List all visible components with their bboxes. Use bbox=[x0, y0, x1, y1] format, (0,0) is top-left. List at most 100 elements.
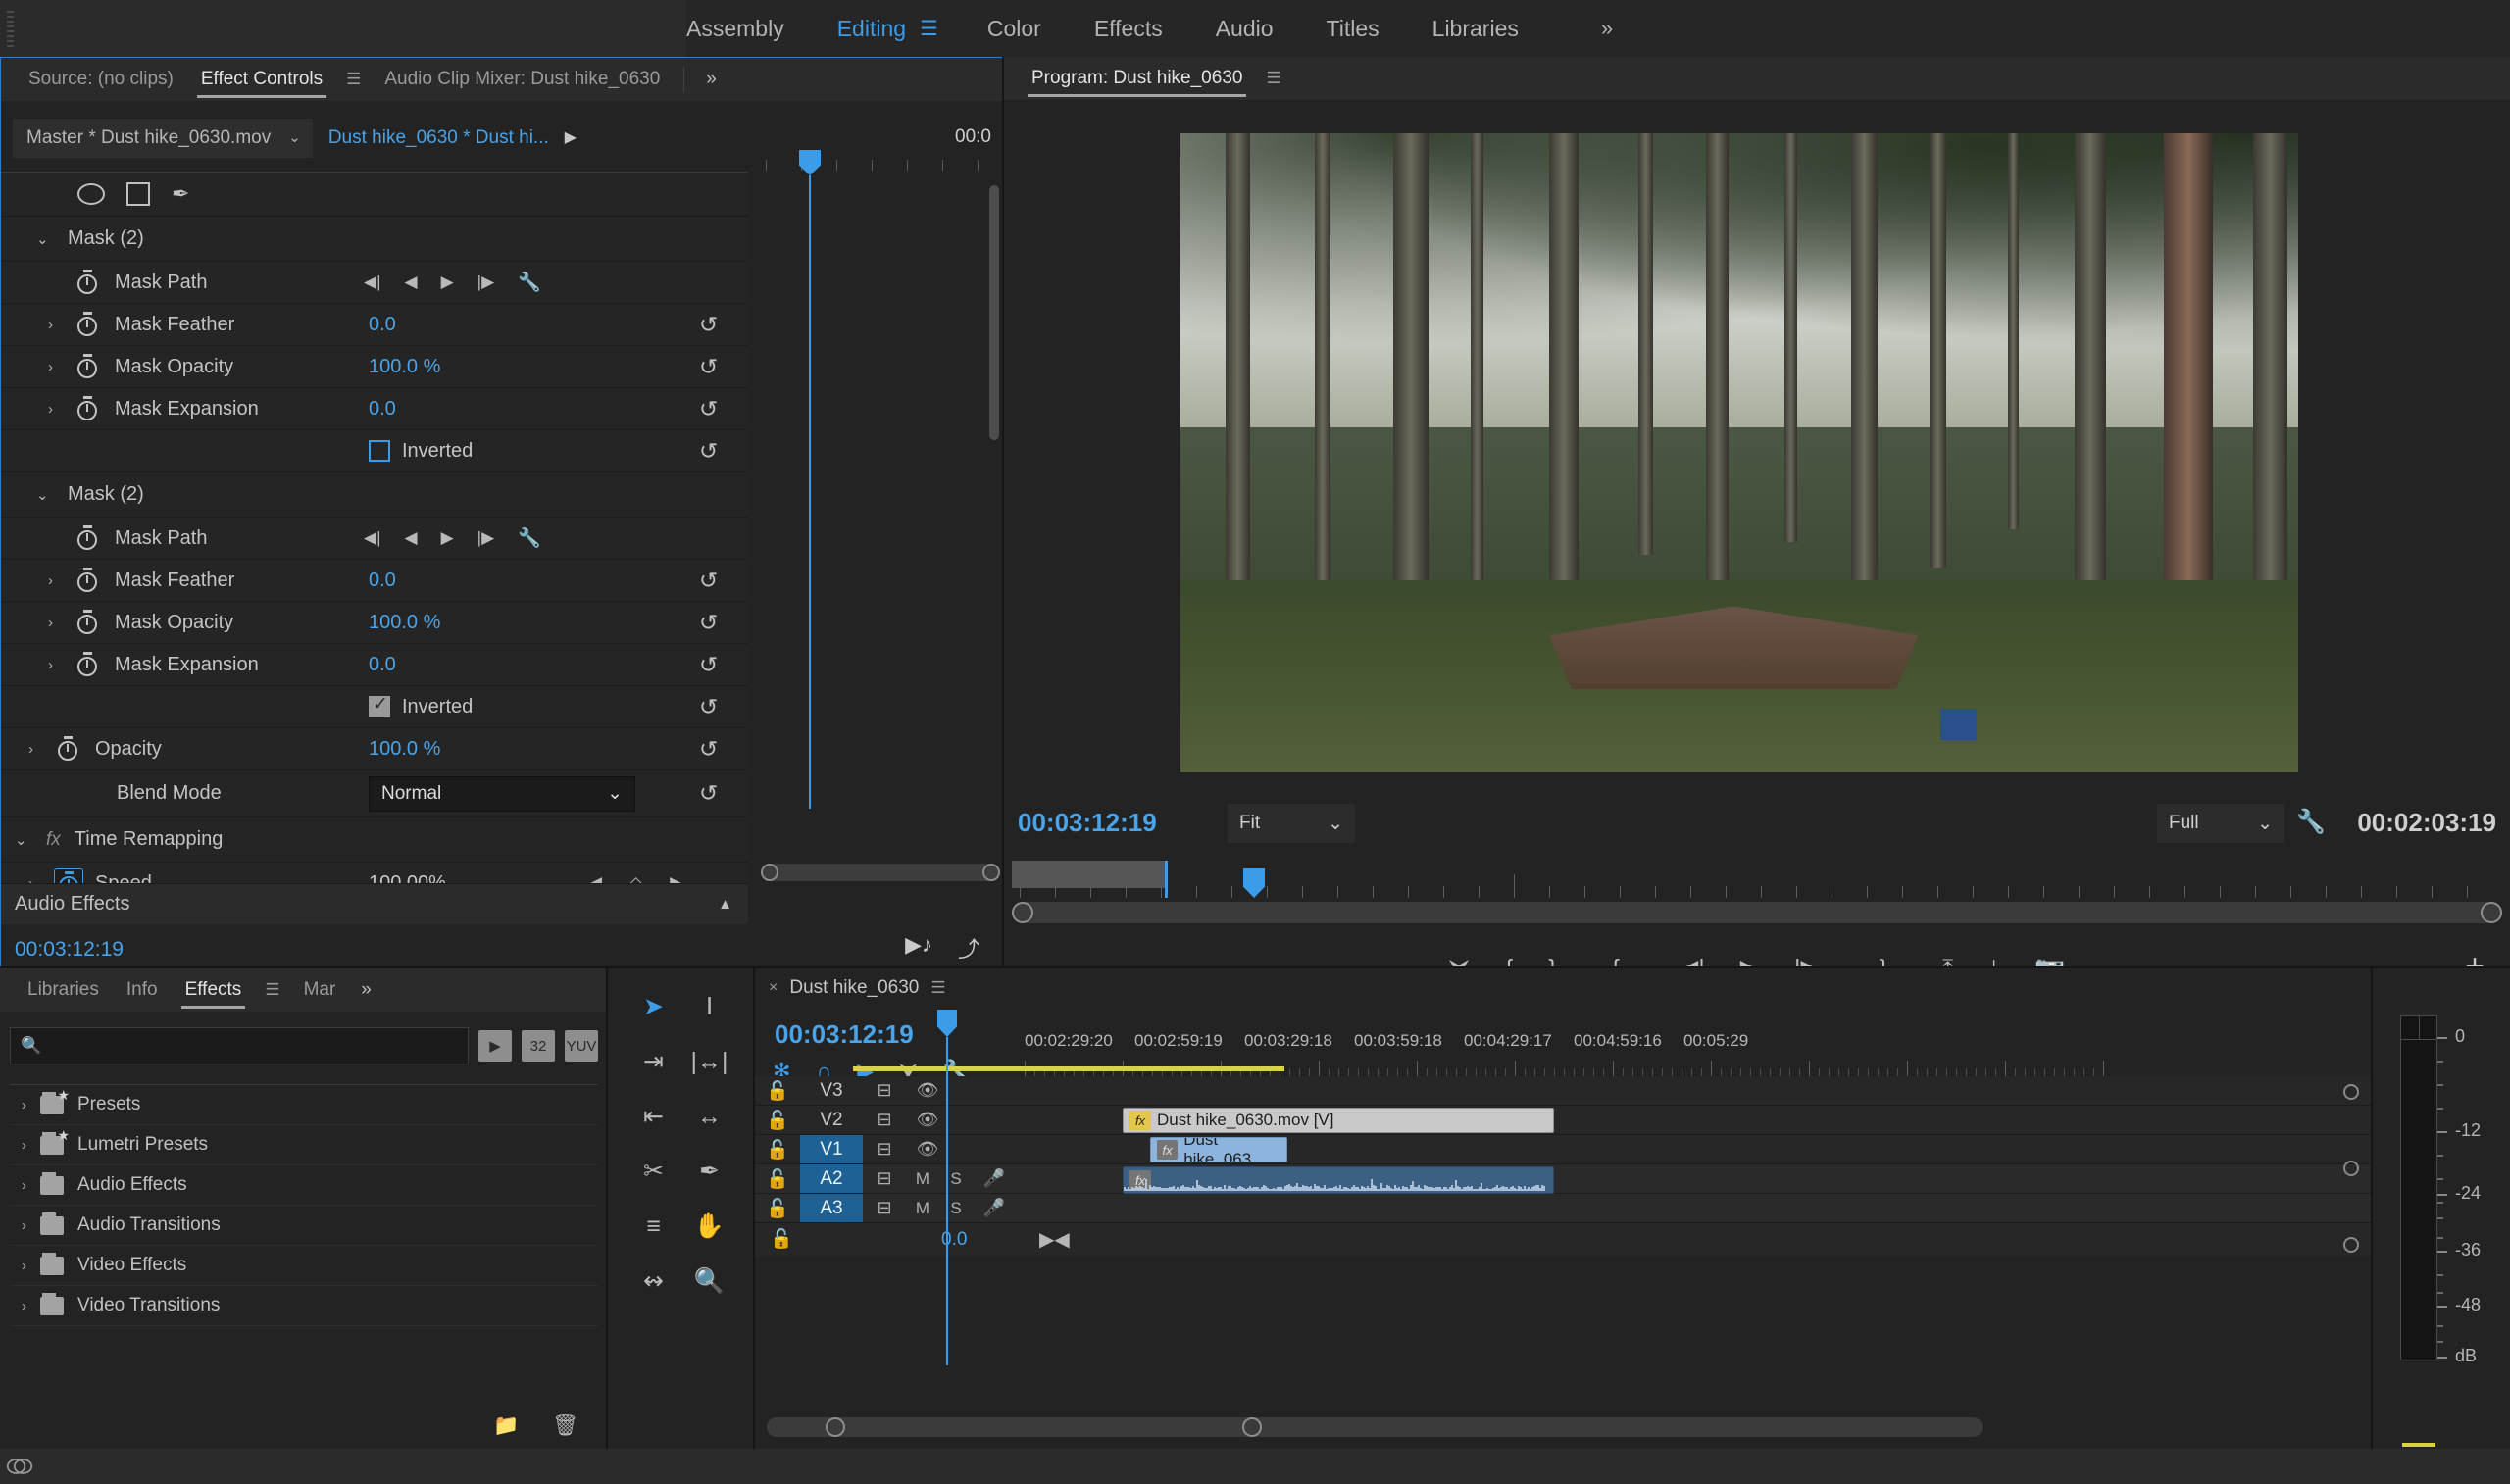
track-target-v3[interactable]: V3 bbox=[800, 1076, 863, 1105]
keyframe-navigator-icon[interactable]: ▶◀ bbox=[1039, 1227, 1070, 1252]
chevron-down-icon[interactable]: ⌄ bbox=[284, 119, 313, 158]
rate-stretch-tool[interactable]: ↔ bbox=[681, 1100, 737, 1133]
timeline-sequence-name[interactable]: Dust hike_0630 bbox=[789, 977, 919, 999]
inverted-checkbox-1[interactable] bbox=[369, 440, 390, 462]
divider[interactable] bbox=[0, 966, 2510, 968]
play-arrow-icon[interactable]: ▶ bbox=[565, 119, 577, 158]
program-monitor-video[interactable] bbox=[1180, 133, 2298, 772]
stopwatch-icon[interactable] bbox=[74, 268, 103, 297]
sync-lock-icon[interactable]: ⊟ bbox=[863, 1168, 906, 1189]
lock-icon[interactable]: 🔓 bbox=[755, 1079, 800, 1103]
delete-custom-item-icon[interactable]: 🗑 bbox=[552, 1414, 578, 1438]
slip-tool[interactable]: ≡ bbox=[626, 1210, 681, 1243]
pen-tool[interactable]: ✒ bbox=[681, 1155, 737, 1188]
pen-mask-icon[interactable]: ✒ bbox=[172, 181, 189, 207]
param-mask-expansion-1-value[interactable]: 0.0 bbox=[369, 398, 396, 420]
tab-audio-clip-mixer[interactable]: Audio Clip Mixer: Dust hike_0630 bbox=[371, 58, 674, 101]
track-body-v2[interactable]: fx Dust hike_0630.mov [V] bbox=[1025, 1106, 2373, 1134]
voice-over-icon[interactable]: 🎤 bbox=[973, 1168, 1016, 1189]
reset-icon[interactable]: ↺ bbox=[699, 396, 718, 422]
param-inverted-2[interactable]: Inverted ↺ bbox=[1, 686, 748, 728]
twirl-right-icon[interactable]: › bbox=[22, 1097, 26, 1113]
step-forward-icon[interactable]: ▶ bbox=[441, 528, 454, 548]
tab-libraries[interactable]: Libraries bbox=[14, 968, 113, 1012]
lock-icon[interactable]: 🔓 bbox=[755, 1138, 800, 1162]
effects-item-video-effects[interactable]: › Video Effects bbox=[10, 1246, 598, 1286]
next-keyframe-icon[interactable]: |▶ bbox=[477, 272, 495, 292]
stopwatch-icon[interactable] bbox=[74, 523, 103, 553]
audio-effects-section[interactable]: Audio Effects ▲ bbox=[1, 883, 748, 924]
track-target-a2[interactable]: A2 bbox=[800, 1164, 863, 1193]
timeline-ruler[interactable]: 00:02:29:20 00:02:59:19 00:03:29:18 00:0… bbox=[1025, 1010, 2103, 1068]
workspace-tab-libraries[interactable]: Libraries bbox=[1432, 0, 1519, 57]
yuv-effects-filter-icon[interactable]: YUV bbox=[565, 1030, 598, 1062]
next-keyframe-icon[interactable]: |▶ bbox=[477, 528, 495, 548]
inverted-checkbox-2[interactable] bbox=[369, 696, 390, 717]
tab-markers[interactable]: Mar bbox=[290, 968, 350, 1012]
new-custom-bin-icon[interactable]: 📁 bbox=[493, 1414, 519, 1438]
stopwatch-icon[interactable] bbox=[74, 566, 103, 595]
reset-icon[interactable]: ↺ bbox=[699, 652, 718, 678]
param-mask-opacity-1[interactable]: › Mask Opacity 100.0 % ↺ bbox=[1, 346, 748, 388]
tab-info[interactable]: Info bbox=[113, 968, 172, 1012]
sync-lock-icon[interactable]: ⊟ bbox=[863, 1198, 906, 1218]
reset-icon[interactable]: ↺ bbox=[699, 610, 718, 636]
track-handle-dot[interactable] bbox=[2343, 1161, 2359, 1176]
lock-icon[interactable]: 🔓 bbox=[755, 1197, 800, 1220]
twirl-right-icon[interactable]: › bbox=[22, 1217, 26, 1234]
twirl-right-icon[interactable]: › bbox=[22, 1298, 26, 1314]
razor-tool[interactable]: ✂ bbox=[626, 1155, 681, 1188]
track-body-v1[interactable]: fx Dust hike_063 bbox=[1025, 1135, 2373, 1163]
lock-icon[interactable]: 🔓 bbox=[755, 1167, 800, 1191]
tab-program-monitor[interactable]: Program: Dust hike_0630 bbox=[1018, 57, 1256, 100]
track-body-a3[interactable] bbox=[1025, 1194, 2373, 1222]
param-mask-expansion-2[interactable]: › Mask Expansion 0.0 ↺ bbox=[1, 644, 748, 686]
twirl-right-icon[interactable]: › bbox=[22, 1137, 26, 1154]
effects-item-lumetri-presets[interactable]: › Lumetri Presets bbox=[10, 1125, 598, 1165]
mask-tracking-wrench-icon[interactable]: 🔧 bbox=[518, 526, 541, 550]
blend-mode-select[interactable]: Normal ⌄ bbox=[369, 776, 635, 812]
twirl-right-icon[interactable]: › bbox=[48, 572, 74, 589]
param-inverted-1[interactable]: Inverted ↺ bbox=[1, 430, 748, 472]
mini-timeline-zoom-scrollbar[interactable] bbox=[756, 860, 1005, 885]
reset-icon[interactable]: ↺ bbox=[699, 354, 718, 380]
clip-v2-dust-hike[interactable]: fx Dust hike_0630.mov [V] bbox=[1123, 1108, 1554, 1133]
panel-grip[interactable] bbox=[0, 0, 20, 57]
param-mask-path-2[interactable]: Mask Path ◀| ◀ ▶ |▶ 🔧 bbox=[1, 518, 748, 560]
tab-effects[interactable]: Effects bbox=[172, 968, 256, 1012]
param-opacity[interactable]: › Opacity 100.0 % ↺ bbox=[1, 728, 748, 770]
sync-lock-icon[interactable]: ⊟ bbox=[863, 1139, 906, 1160]
param-mask-opacity-2-value[interactable]: 100.0 % bbox=[369, 612, 440, 634]
divider[interactable] bbox=[753, 968, 755, 1449]
track-body-a2[interactable]: fx bbox=[1025, 1164, 2373, 1193]
master-clip-label[interactable]: Master * Dust hike_0630.mov bbox=[13, 119, 284, 158]
creative-cloud-icon[interactable] bbox=[6, 1453, 33, 1480]
program-monitor-menu-icon[interactable]: ☰ bbox=[1256, 57, 1290, 100]
param-mask-expansion-1[interactable]: › Mask Expansion 0.0 ↺ bbox=[1, 388, 748, 430]
zoom-scroll-track[interactable] bbox=[761, 864, 1000, 881]
clip-a2-audio[interactable]: fx bbox=[1123, 1166, 1554, 1194]
eye-icon[interactable]: 👁 bbox=[906, 1110, 949, 1130]
hand-tool[interactable]: ✋ bbox=[681, 1210, 737, 1243]
effect-controls-overflow-icon[interactable]: » bbox=[694, 58, 728, 101]
twirl-right-icon[interactable]: › bbox=[48, 401, 74, 418]
track-target-v2[interactable]: V2 bbox=[800, 1106, 863, 1134]
mute-button-a2[interactable]: M bbox=[906, 1169, 939, 1189]
track-select-backward-tool[interactable]: ⇤ bbox=[626, 1100, 681, 1133]
rectangle-mask-icon[interactable] bbox=[126, 182, 150, 206]
divider[interactable] bbox=[2371, 968, 2373, 1449]
track-body-v3[interactable] bbox=[1025, 1076, 2373, 1105]
active-clip-label[interactable]: Dust hike_0630 * Dust hi... bbox=[313, 119, 565, 158]
slide-tool[interactable]: ↭ bbox=[626, 1264, 681, 1298]
eye-icon[interactable]: 👁 bbox=[906, 1080, 949, 1101]
effect-controls-vertical-scrollbar[interactable] bbox=[989, 185, 999, 440]
param-mask-path-1[interactable]: Mask Path ◀| ◀ ▶ |▶ 🔧 bbox=[1, 262, 748, 304]
clip-v1-dust-hike[interactable]: fx Dust hike_063 bbox=[1150, 1137, 1287, 1162]
timeline-playhead-timecode[interactable]: 00:03:12:19 bbox=[775, 1019, 914, 1050]
eye-icon[interactable]: 👁 bbox=[906, 1139, 949, 1160]
prev-keyframe-icon[interactable]: ◀| bbox=[364, 272, 381, 292]
program-duration-timecode[interactable]: 00:02:03:19 bbox=[2357, 808, 2496, 838]
32bit-effects-filter-icon[interactable]: 32 bbox=[522, 1030, 555, 1062]
solo-button-a3[interactable]: S bbox=[939, 1199, 973, 1218]
effect-controls-mini-timeline[interactable]: 00:0 bbox=[756, 115, 1005, 928]
